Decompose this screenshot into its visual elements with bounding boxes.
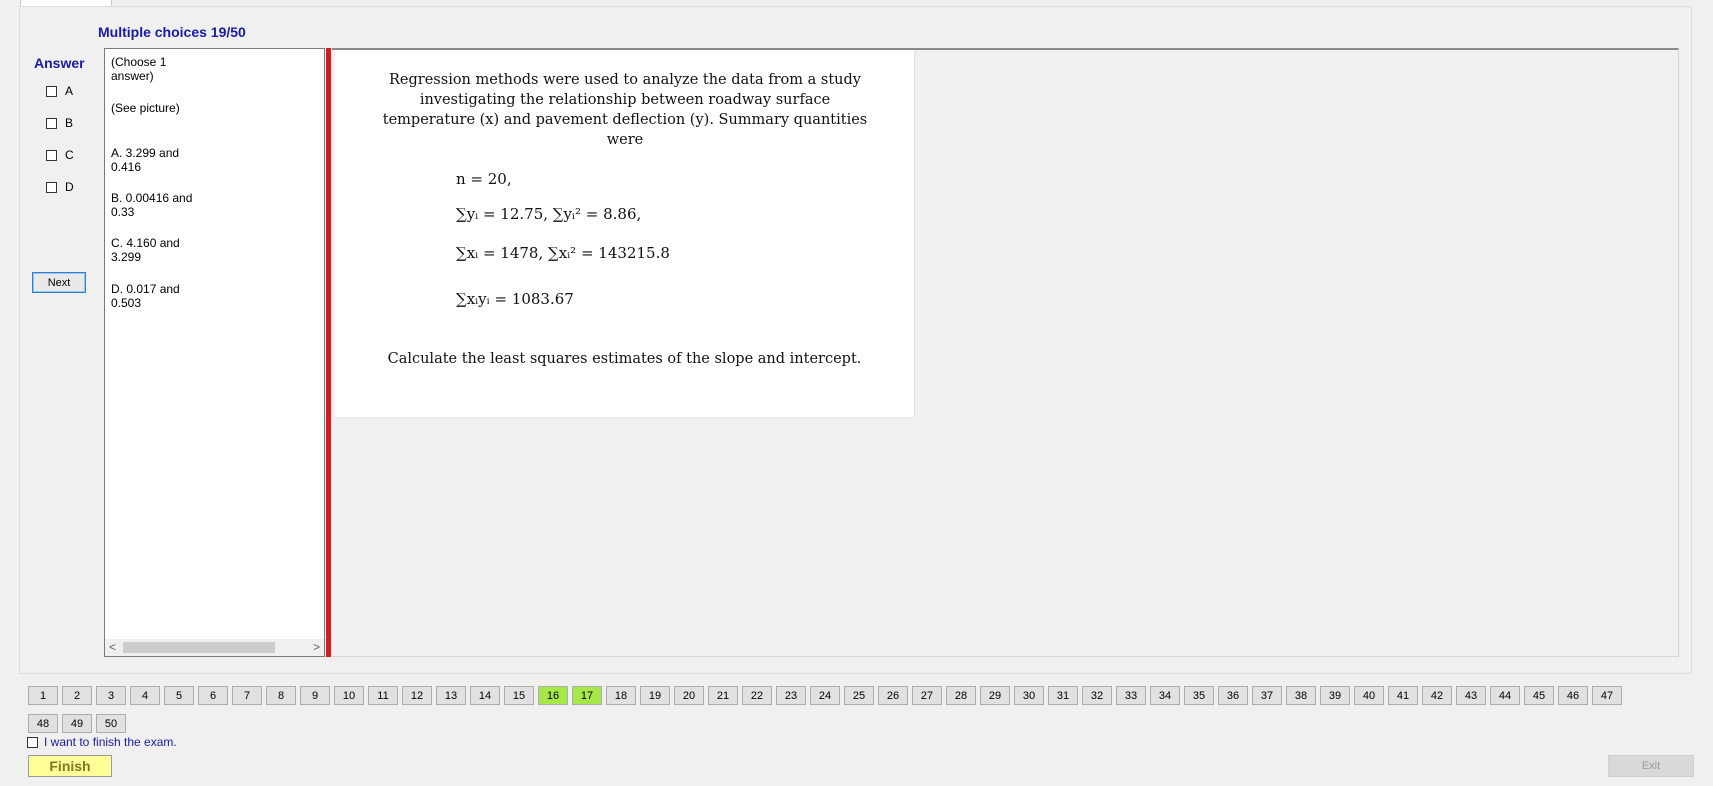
- question-nav-button[interactable]: 43: [1456, 686, 1486, 705]
- question-nav-button[interactable]: 23: [776, 686, 806, 705]
- choice-b-text: B. 0.00416 and 0.33: [111, 191, 193, 219]
- question-nav-row-2: 48 49 50: [28, 714, 126, 733]
- question-nav-button[interactable]: 20: [674, 686, 704, 705]
- question-title: Multiple choices 19/50: [98, 24, 246, 40]
- horizontal-scrollbar[interactable]: < >: [105, 639, 324, 656]
- question-nav-button[interactable]: 28: [946, 686, 976, 705]
- choices-text-panel[interactable]: (Choose 1 answer) (See picture) A. 3.299…: [104, 48, 325, 657]
- question-nav-button[interactable]: 9: [300, 686, 330, 705]
- scroll-right-icon[interactable]: >: [313, 640, 320, 654]
- choice-c-text: C. 4.160 and 3.299: [111, 236, 180, 264]
- see-picture-text: (See picture): [111, 101, 180, 115]
- answer-option-a-label: A: [65, 84, 74, 98]
- question-nav-button[interactable]: 29: [980, 686, 1010, 705]
- question-nav-button[interactable]: 16: [538, 686, 568, 705]
- question-prompt: Calculate the least squares estimates of…: [387, 351, 862, 367]
- question-nav-button[interactable]: 12: [402, 686, 432, 705]
- question-nav-button[interactable]: 33: [1116, 686, 1146, 705]
- question-picture: Regression methods were used to analyze …: [335, 50, 915, 418]
- question-nav-button[interactable]: 11: [368, 686, 398, 705]
- question-nav-button[interactable]: 24: [810, 686, 840, 705]
- question-nav-button[interactable]: 34: [1150, 686, 1180, 705]
- exit-button[interactable]: Exit: [1608, 755, 1694, 777]
- question-nav-button[interactable]: 27: [912, 686, 942, 705]
- scrollbar-thumb[interactable]: [123, 642, 275, 653]
- equation-sum-xy: ∑xᵢyᵢ = 1083.67: [456, 290, 574, 308]
- question-nav-button[interactable]: 25: [844, 686, 874, 705]
- question-nav-button[interactable]: 39: [1320, 686, 1350, 705]
- question-nav-button[interactable]: 18: [606, 686, 636, 705]
- question-nav-button[interactable]: 37: [1252, 686, 1282, 705]
- finish-exam-checkbox[interactable]: I want to finish the exam.: [27, 735, 177, 749]
- answer-title: Answer: [34, 55, 85, 71]
- checkbox-a[interactable]: [46, 85, 57, 97]
- answer-option-d[interactable]: D: [46, 180, 74, 194]
- question-nav-button[interactable]: 42: [1422, 686, 1452, 705]
- answer-option-d-label: D: [65, 180, 74, 194]
- question-nav-button[interactable]: 26: [878, 686, 908, 705]
- question-nav-button[interactable]: 31: [1048, 686, 1078, 705]
- choice-a-text: A. 3.299 and 0.416: [111, 146, 180, 174]
- question-nav-button[interactable]: 36: [1218, 686, 1248, 705]
- question-nav-button[interactable]: 13: [436, 686, 466, 705]
- question-nav-button[interactable]: 47: [1592, 686, 1622, 705]
- question-nav-button[interactable]: 6: [198, 686, 228, 705]
- question-nav-button[interactable]: 48: [28, 714, 58, 733]
- checkbox-d[interactable]: [46, 181, 57, 193]
- next-button[interactable]: Next: [32, 272, 86, 293]
- question-nav-button[interactable]: 7: [232, 686, 262, 705]
- answer-option-b-label: B: [65, 116, 74, 130]
- answer-option-c-label: C: [65, 148, 74, 162]
- answer-option-b[interactable]: B: [46, 116, 73, 130]
- equation-sum-y: ∑yᵢ = 12.75, ∑yᵢ² = 8.86,: [456, 205, 642, 223]
- question-nav-button[interactable]: 35: [1184, 686, 1214, 705]
- question-nav-button[interactable]: 17: [572, 686, 602, 705]
- question-paragraph: Regression methods were used to analyze …: [382, 72, 868, 148]
- question-nav-button[interactable]: 4: [130, 686, 160, 705]
- question-nav-button[interactable]: 3: [96, 686, 126, 705]
- equation-n: n = 20,: [456, 170, 512, 188]
- choices-instruction: (Choose 1 answer): [111, 55, 167, 83]
- equation-sum-x: ∑xᵢ = 1478, ∑xᵢ² = 143215.8: [456, 244, 670, 262]
- question-nav-button[interactable]: 1: [28, 686, 58, 705]
- question-nav-button[interactable]: 49: [62, 714, 92, 733]
- question-nav-button[interactable]: 46: [1558, 686, 1588, 705]
- question-nav-button[interactable]: 8: [266, 686, 296, 705]
- question-nav-button[interactable]: 19: [640, 686, 670, 705]
- panel-divider[interactable]: [326, 48, 331, 657]
- question-nav-button[interactable]: 14: [470, 686, 500, 705]
- checkbox-b[interactable]: [46, 117, 57, 129]
- question-nav-button[interactable]: 10: [334, 686, 364, 705]
- question-nav-button[interactable]: 44: [1490, 686, 1520, 705]
- question-nav-button[interactable]: 45: [1524, 686, 1554, 705]
- question-nav-button[interactable]: 50: [96, 714, 126, 733]
- question-nav-button[interactable]: 2: [62, 686, 92, 705]
- checkbox-c[interactable]: [46, 149, 57, 161]
- answer-option-c[interactable]: C: [46, 148, 74, 162]
- question-nav-button[interactable]: 38: [1286, 686, 1316, 705]
- question-nav-button[interactable]: 41: [1388, 686, 1418, 705]
- question-nav-button[interactable]: 30: [1014, 686, 1044, 705]
- finish-exam-checkbox-box[interactable]: [27, 736, 38, 748]
- finish-button[interactable]: Finish: [28, 755, 112, 777]
- choice-d-text: D. 0.017 and 0.503: [111, 282, 180, 310]
- question-nav-button[interactable]: 21: [708, 686, 738, 705]
- question-nav-row-1: 1 2 3 4 5 6 7 8 9 10 11 12 13 14 15 16 17 18 19 20 21 22 23 24 2…: [28, 686, 1622, 705]
- question-nav-button[interactable]: 40: [1354, 686, 1384, 705]
- answer-option-a[interactable]: A: [46, 84, 73, 98]
- finish-exam-label: I want to finish the exam.: [44, 735, 177, 749]
- question-nav-button[interactable]: 15: [504, 686, 534, 705]
- question-nav-button[interactable]: 5: [164, 686, 194, 705]
- question-nav-button[interactable]: 32: [1082, 686, 1112, 705]
- question-nav-button[interactable]: 22: [742, 686, 772, 705]
- scroll-left-icon[interactable]: <: [109, 640, 116, 654]
